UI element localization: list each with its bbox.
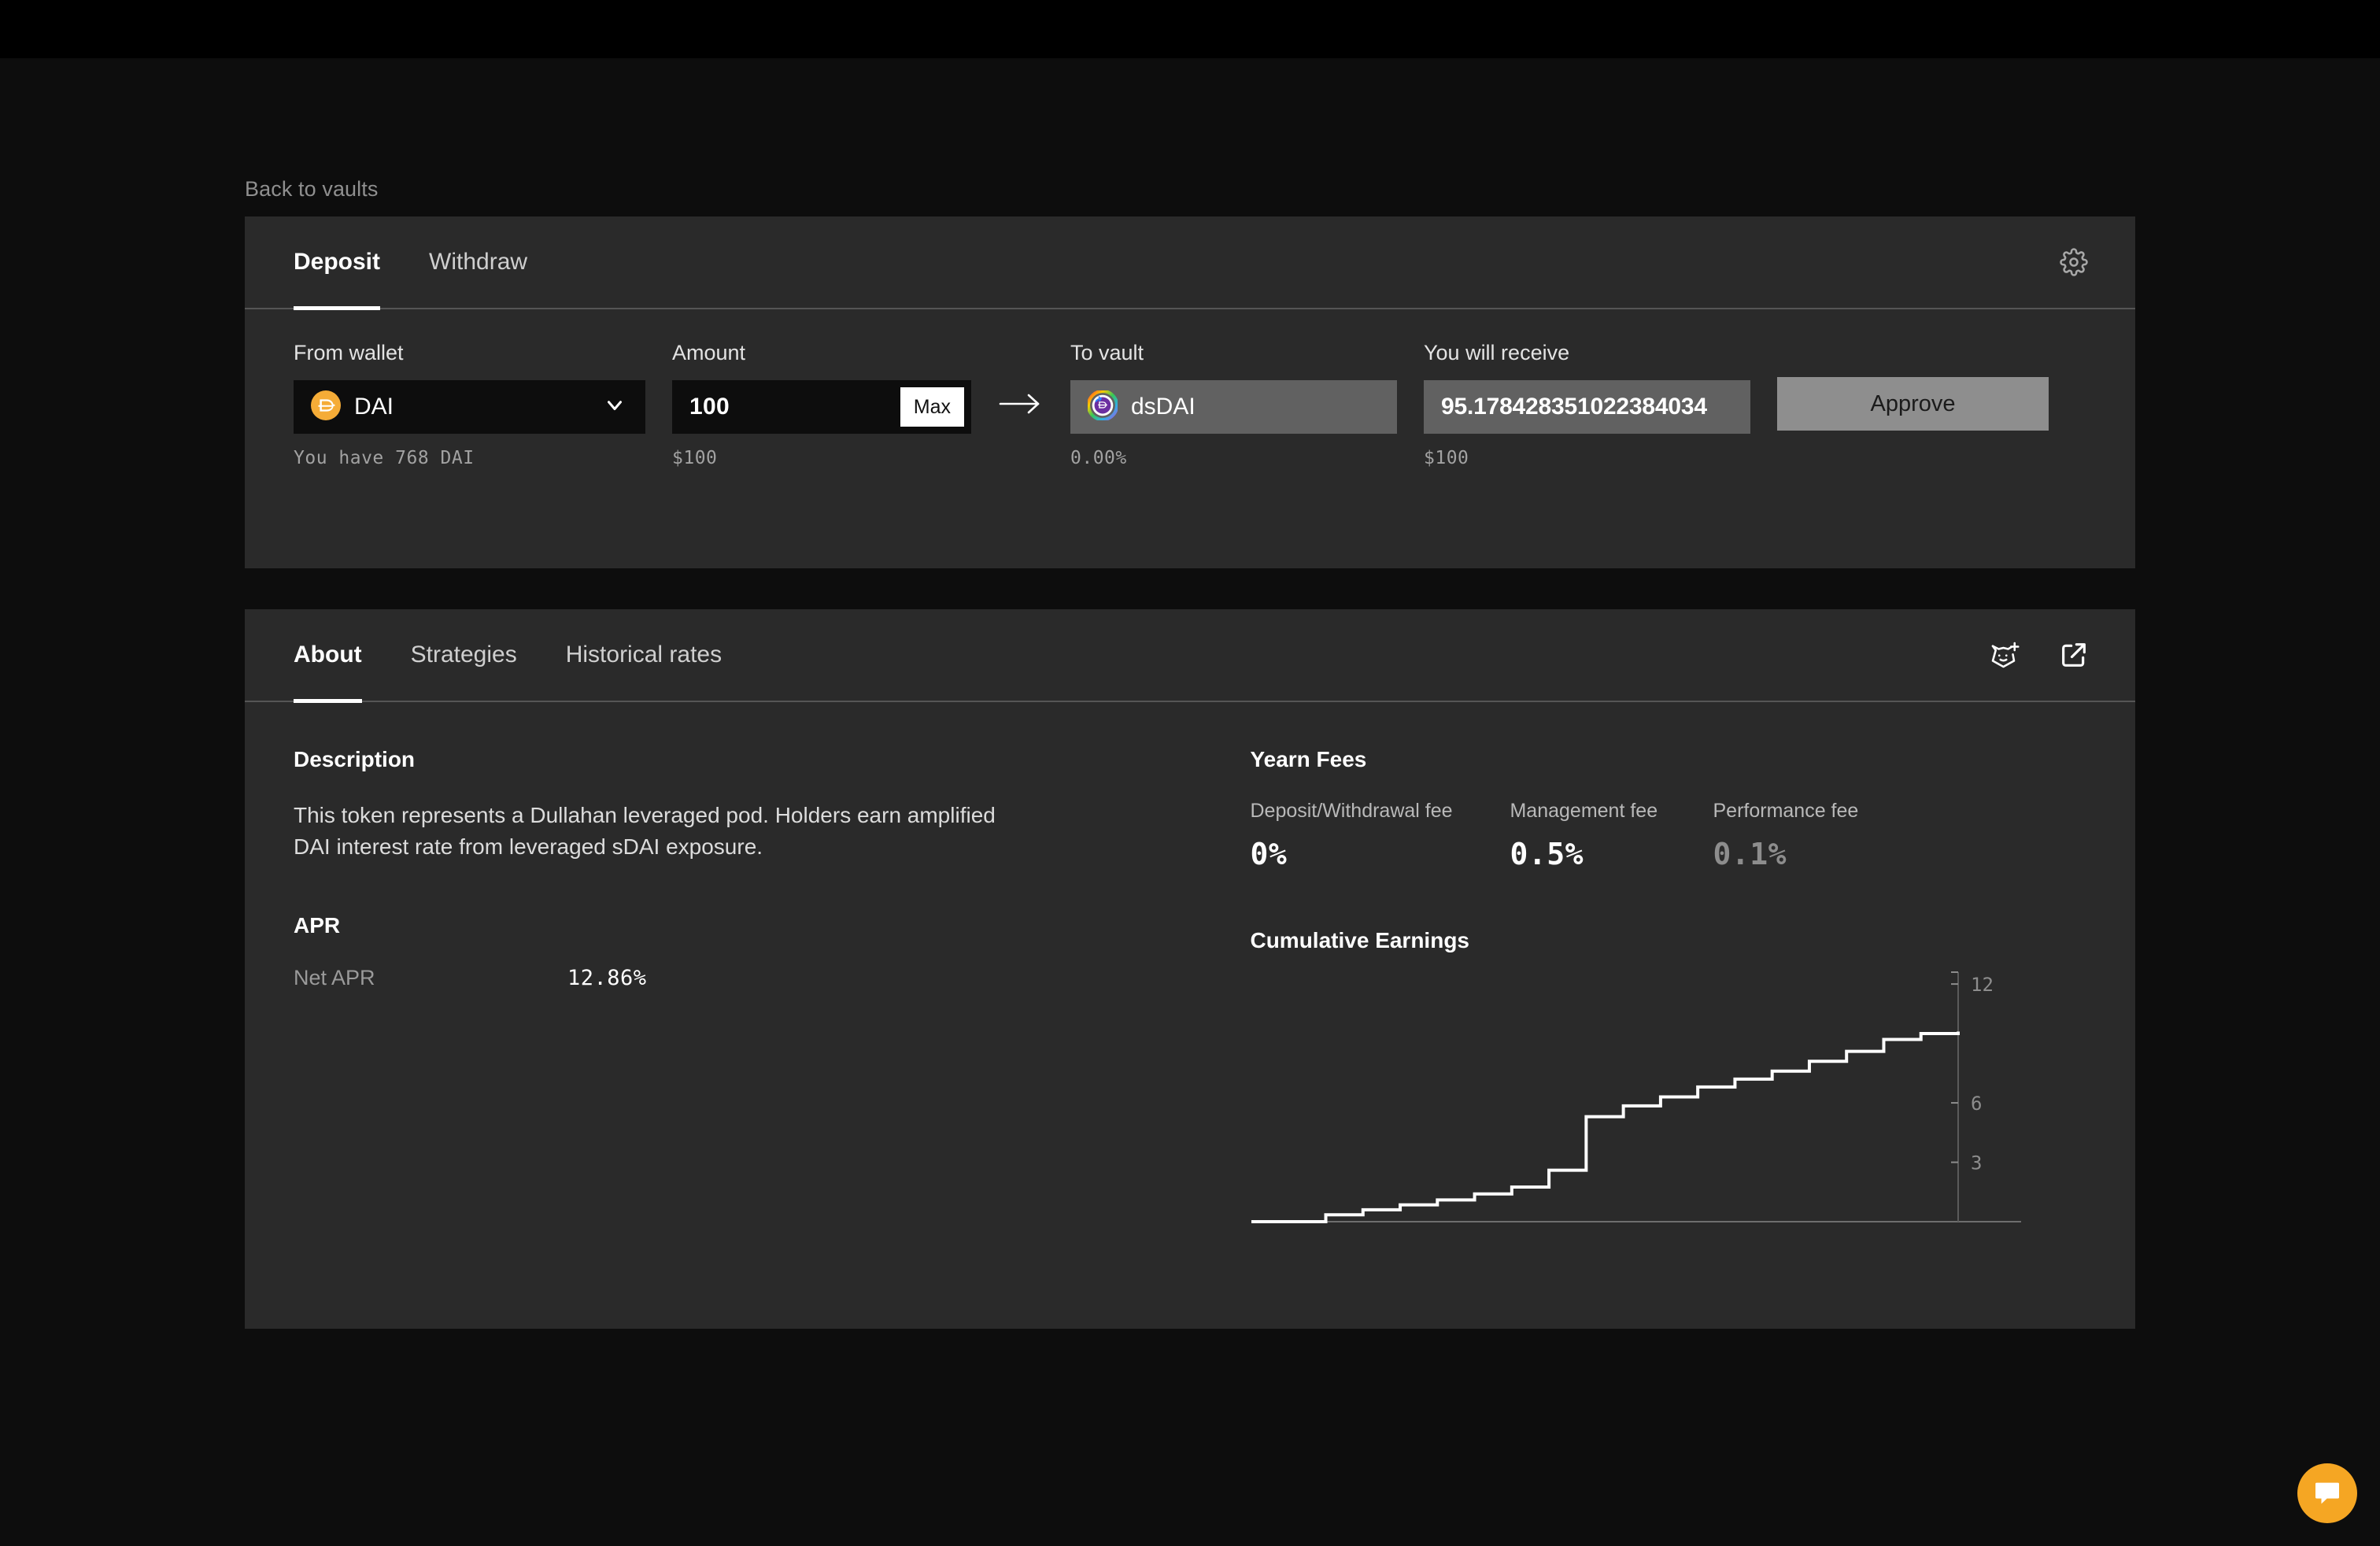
arrow-right-icon — [971, 377, 1070, 431]
deposit-form-card: Deposit Withdraw From wallet DAI You hav… — [245, 216, 2135, 568]
fees-row: Deposit/Withdrawal fee 0% Management fee… — [1250, 800, 2086, 871]
svg-text:6: 6 — [1971, 1093, 1982, 1115]
amount-usd-hint: $100 — [672, 448, 718, 468]
tab-about[interactable]: About — [294, 608, 362, 703]
to-vault-token-symbol: dsDAI — [1131, 394, 1196, 420]
earnings-step-chart: 3 6 12 — [1251, 971, 2022, 1223]
cumulative-earnings-chart: 3 6 12 — [1250, 967, 2053, 1239]
chevron-down-icon[interactable] — [603, 394, 626, 421]
description-body: This token represents a Dullahan leverag… — [294, 803, 996, 859]
fee-performance: Performance fee 0.1% — [1713, 800, 1917, 871]
yearn-fees-heading: Yearn Fees — [1250, 747, 1367, 771]
you-will-receive-usd-hint: $100 — [1424, 448, 1469, 468]
tab-strategies[interactable]: Strategies — [411, 608, 517, 701]
tab-about-label: About — [294, 642, 362, 668]
amount-label: Amount — [672, 341, 746, 364]
from-wallet-field: From wallet DAI You have 768 DAI — [294, 341, 645, 468]
from-wallet-token-symbol: DAI — [354, 394, 394, 420]
fee-management-label: Management fee — [1510, 800, 1658, 822]
form-tab-actions — [2057, 245, 2091, 279]
net-apr-label: Net APR — [294, 965, 375, 989]
fee-performance-label: Performance fee — [1713, 800, 1859, 822]
from-wallet-select[interactable]: DAI — [294, 380, 645, 434]
about-tabs: About Strategies Historical rates — [245, 608, 2135, 703]
top-bar — [0, 0, 2380, 58]
apr-row-net: Net APR 12.86% — [294, 966, 1226, 990]
description-heading: Description — [294, 747, 416, 771]
from-wallet-balance-hint: You have 768 DAI — [294, 448, 475, 468]
net-apr-value: 12.86% — [567, 965, 647, 990]
dai-token-icon — [311, 390, 341, 424]
form-tabs: Deposit Withdraw — [245, 216, 2135, 310]
max-button[interactable]: Max — [900, 387, 964, 427]
external-link-icon[interactable] — [2057, 638, 2091, 672]
you-will-receive-label: You will receive — [1424, 341, 1570, 364]
you-will-receive-value: 95.178428351022384034 — [1441, 394, 1707, 420]
fee-deposit-withdrawal: Deposit/Withdrawal fee 0% — [1250, 800, 1510, 871]
fee-management: Management fee 0.5% — [1510, 800, 1713, 871]
fee-deposit-withdrawal-value: 0% — [1250, 837, 1288, 871]
amount-input-value: 100 — [689, 394, 730, 420]
svg-text:3: 3 — [1971, 1152, 1982, 1174]
about-right-column: Yearn Fees Deposit/Withdrawal fee 0% Man… — [1250, 747, 2086, 1239]
about-content: Description This token represents a Dull… — [245, 702, 2135, 1239]
add-to-wallet-fox-icon[interactable] — [1987, 638, 2022, 672]
fee-management-value: 0.5% — [1510, 837, 1584, 871]
tab-historical-rates-label: Historical rates — [565, 642, 722, 668]
about-left-column: Description This token represents a Dull… — [294, 747, 1226, 1239]
tab-strategies-label: Strategies — [410, 642, 517, 668]
approve-button[interactable]: Approve — [1777, 377, 2049, 431]
breadcrumb-back-to-vaults[interactable]: Back to vaults — [245, 177, 378, 202]
tab-withdraw[interactable]: Withdraw — [429, 216, 527, 309]
tab-historical-rates[interactable]: Historical rates — [566, 608, 722, 701]
about-tab-actions — [1987, 638, 2091, 672]
tab-deposit[interactable]: Deposit — [294, 216, 381, 310]
from-wallet-label: From wallet — [294, 341, 404, 364]
fee-performance-value: 0.1% — [1713, 837, 1787, 871]
chat-bubble-icon[interactable] — [2297, 1463, 2357, 1523]
you-will-receive-output: 95.178428351022384034 — [1424, 380, 1750, 434]
cumulative-earnings-heading: Cumulative Earnings — [1250, 928, 1469, 952]
to-vault-select[interactable]: dsDAI — [1070, 380, 1397, 434]
about-card: About Strategies Historical rates Descri… — [245, 609, 2135, 1329]
deposit-form-row: From wallet DAI You have 768 DAI Amount … — [245, 309, 2135, 468]
fee-deposit-withdrawal-label: Deposit/Withdrawal fee — [1250, 800, 1453, 822]
you-will-receive-field: You will receive 95.178428351022384034 $… — [1424, 341, 1750, 468]
page-body: Back to vaults Deposit Withdraw From wal… — [0, 58, 2380, 1546]
to-vault-apr-hint: 0.00% — [1070, 448, 1127, 468]
apr-heading: APR — [294, 912, 341, 938]
to-vault-label: To vault — [1070, 341, 1144, 364]
svg-text:12: 12 — [1971, 974, 1994, 996]
tab-withdraw-label: Withdraw — [429, 249, 528, 275]
to-vault-field: To vault dsDAI 0.00% — [1070, 341, 1397, 468]
amount-field: Amount 100 Max $100 — [672, 341, 971, 468]
dsdai-token-icon — [1086, 389, 1119, 424]
amount-input[interactable]: 100 Max — [672, 380, 971, 434]
gear-icon[interactable] — [2057, 245, 2091, 279]
tab-deposit-label: Deposit — [294, 249, 381, 275]
